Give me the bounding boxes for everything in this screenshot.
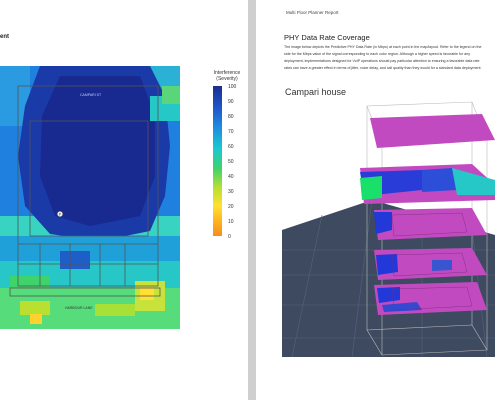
legend-tick-label: 80 bbox=[228, 114, 234, 120]
legend-tick-label: 40 bbox=[228, 174, 234, 180]
legend-title-line2: (Severity) bbox=[216, 76, 238, 82]
floor-title: Campari house bbox=[285, 87, 347, 97]
report-header: Multi Floor Planner Report bbox=[286, 10, 339, 15]
legend-tick-label: 50 bbox=[228, 159, 234, 165]
legend-tick-label: 30 bbox=[228, 189, 234, 195]
legend-tick-label: 100 bbox=[228, 84, 237, 90]
legend-color-bar bbox=[213, 86, 222, 236]
legend-tick-label: 0 bbox=[228, 234, 231, 240]
legend-tick-label: 60 bbox=[228, 144, 234, 150]
bottom-street-label: HARBOUR LANE bbox=[65, 306, 93, 310]
legend-tick-label: 90 bbox=[228, 99, 234, 105]
3d-floor-viewer[interactable] bbox=[282, 100, 495, 357]
interference-heatmap[interactable]: CAMPARI ST HARBOUR LANE P bbox=[0, 66, 180, 329]
body-text-line: side for the Mbps value of the signal co… bbox=[284, 52, 470, 56]
body-text-line: The image below depicts the Predictive P… bbox=[284, 45, 482, 49]
page-gutter bbox=[248, 0, 256, 400]
body-text-line: rates can have a greater effect in terms… bbox=[284, 66, 482, 70]
legend-tick-label: 70 bbox=[228, 129, 234, 135]
access-point-label: P bbox=[59, 212, 61, 216]
right-report-page: Multi Floor Planner Report PHY Data Rate… bbox=[256, 0, 495, 400]
legend-tick-label: 20 bbox=[228, 204, 234, 210]
legend-tick-label: 10 bbox=[228, 219, 234, 225]
body-text-line: deployment, implementations designed for… bbox=[284, 59, 480, 63]
top-street-label: CAMPARI ST bbox=[80, 93, 102, 97]
section-title: PHY Data Rate Coverage bbox=[284, 33, 370, 42]
left-report-page: ent CAMPARI ST HARBOUR LANE P Interferen… bbox=[0, 0, 248, 400]
legend-title: Interference (Severity) bbox=[212, 70, 242, 82]
page-title-fragment: ent bbox=[0, 34, 9, 40]
